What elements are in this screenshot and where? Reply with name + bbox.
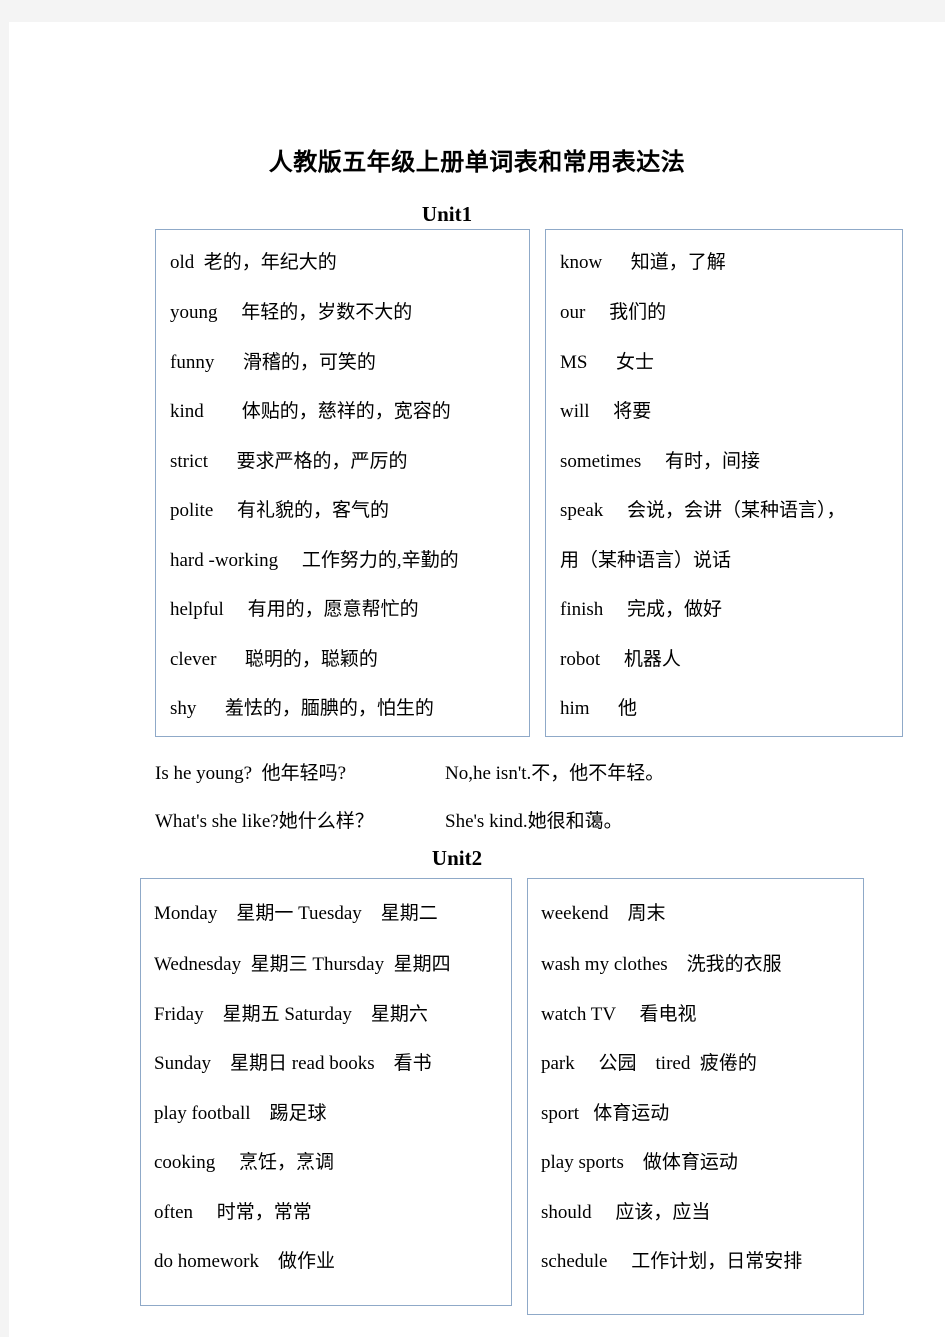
vocabulary-entry: Monday 星期一 Tuesday 星期二 xyxy=(154,903,438,924)
vocabulary-entry: clever 聪明的，聪颖的 xyxy=(170,648,378,670)
vocabulary-entry: schedule 工作计划，日常安排 xyxy=(541,1251,803,1273)
vocabulary-entry: helpful 有用的，愿意帮忙的 xyxy=(170,599,419,621)
vocabulary-entry: Friday 星期五 Saturday 星期六 xyxy=(154,1003,428,1025)
vocabulary-entry: Sunday 星期日 read books 看书 xyxy=(154,1053,432,1075)
example-question: What's she like?她什么样？ xyxy=(155,810,374,832)
vocabulary-entry: kind 体贴的，慈祥的，宽容的 xyxy=(170,401,451,423)
vocabulary-entry: funny 滑稽的，可笑的 xyxy=(170,351,376,373)
vocabulary-entry: shy 羞怯的，腼腆的，怕生的 xyxy=(170,698,434,720)
unit1-vocabulary-table-left: old 老的，年纪大的 young 年轻的，岁数不大的 funny 滑稽的，可笑… xyxy=(155,229,530,737)
vocabulary-entry: old 老的，年纪大的 xyxy=(170,251,337,273)
vocabulary-entry: finish 完成，做好 xyxy=(560,599,723,621)
vocabulary-entry: play football 踢足球 xyxy=(154,1102,327,1124)
vocabulary-entry: MS 女士 xyxy=(560,351,654,373)
vocabulary-entry: strict 要求严格的，严厉的 xyxy=(170,450,408,472)
vocabulary-entry: sport 体育运动 xyxy=(541,1102,670,1124)
unit1-heading: Unit1 xyxy=(421,202,473,226)
vocabulary-entry: often 时常，常常 xyxy=(154,1201,312,1223)
vocabulary-entry: sometimes 有时，间接 xyxy=(560,450,761,472)
vocabulary-entry: will 将要 xyxy=(560,401,652,423)
example-answer: She's kind.她很和蔼。 xyxy=(445,810,623,832)
unit2-vocabulary-table-left: Monday 星期一 Tuesday 星期二 Wednesday 星期三 Thu… xyxy=(140,878,512,1306)
example-sentence-row: What's she like?她什么样？ She's kind.她很和蔼。 xyxy=(155,795,905,843)
vocabulary-entry: should 应该，应当 xyxy=(541,1201,711,1223)
unit2-heading: Unit2 xyxy=(431,846,483,870)
vocabulary-entry: cooking 烹饪，烹调 xyxy=(154,1152,334,1174)
example-answer: No,he isn't.不，他不年轻。 xyxy=(445,762,665,784)
vocabulary-entry: robot 机器人 xyxy=(560,648,681,670)
vocabulary-entry: watch TV 看电视 xyxy=(541,1003,697,1025)
unit1-example-sentences: Is he young? 他年轻吗? No,he isn't.不，他不年轻。 W… xyxy=(155,747,905,843)
document-page: 人教版五年级上册单词表和常用表达法 Unit1 old 老的，年纪大的 youn… xyxy=(9,22,945,1337)
unit2-vocabulary-table-right: weekend 周末 wash my clothes 洗我的衣服 watch T… xyxy=(527,878,864,1315)
vocabulary-entry-continuation: 用（某种语言）说话 xyxy=(560,549,732,571)
vocabulary-entry: hard -working 工作努力的,辛勤的 xyxy=(170,549,459,571)
vocabulary-entry: play sports 做体育运动 xyxy=(541,1152,738,1174)
vocabulary-entry: park 公园 tired 疲倦的 xyxy=(541,1053,757,1075)
page-title: 人教版五年级上册单词表和常用表达法 xyxy=(268,147,686,176)
vocabulary-entry: wash my clothes 洗我的衣服 xyxy=(541,954,782,976)
unit1-vocabulary-table-right: know 知道，了解 our 我们的 MS 女士 will 将要 sometim… xyxy=(545,229,903,737)
example-sentence-row: Is he young? 他年轻吗? No,he isn't.不，他不年轻。 xyxy=(155,747,905,795)
vocabulary-entry: Wednesday 星期三 Thursday 星期四 xyxy=(154,954,451,976)
vocabulary-entry: young 年轻的，岁数不大的 xyxy=(170,302,413,324)
vocabulary-entry: do homework 做作业 xyxy=(154,1251,336,1273)
vocabulary-entry: polite 有礼貌的，客气的 xyxy=(170,500,390,522)
vocabulary-entry: speak 会说，会讲（某种语言）， xyxy=(560,500,846,522)
vocabulary-entry: weekend 周末 xyxy=(541,903,666,924)
vocabulary-entry: know 知道，了解 xyxy=(560,251,726,273)
vocabulary-entry: him 他 xyxy=(560,698,638,720)
vocabulary-entry: our 我们的 xyxy=(560,302,667,324)
example-question: Is he young? 他年轻吗? xyxy=(155,762,347,784)
